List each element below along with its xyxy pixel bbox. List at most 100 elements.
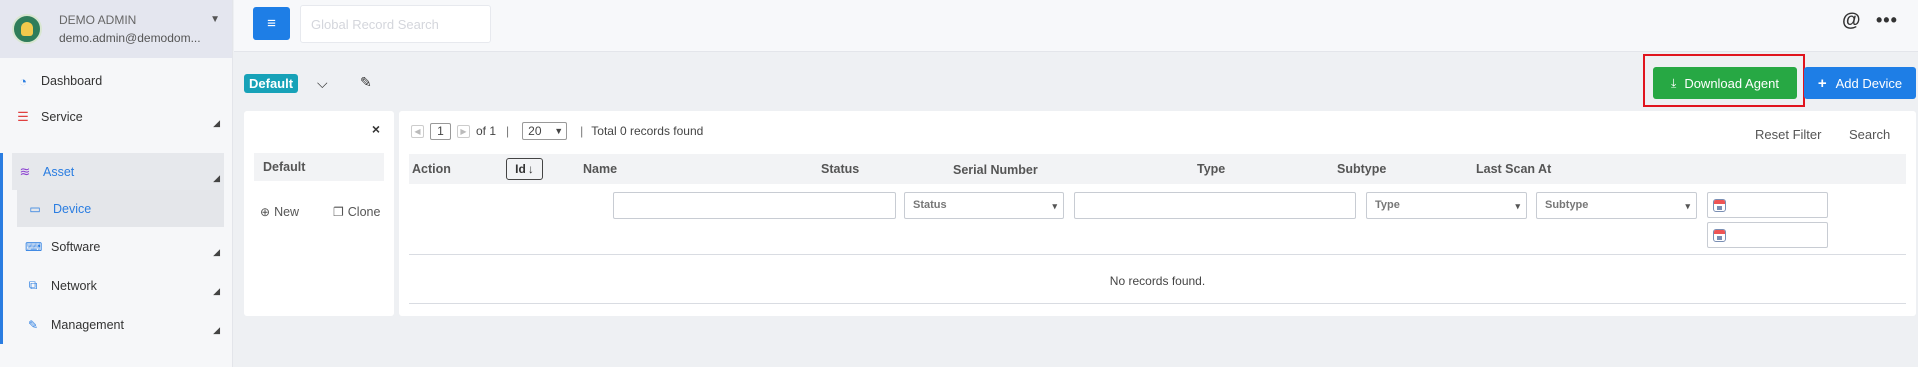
wifi-icon: ≋ [19, 163, 31, 179]
page-size-select[interactable]: 20 ▼ [522, 122, 568, 140]
chevron-down-icon[interactable]: ⌵ [317, 75, 328, 92]
network-icon: ⧉ [28, 278, 38, 292]
sidebar-item-label: Dashboard [41, 74, 103, 88]
new-filter-button[interactable]: ⊕ New [260, 205, 299, 219]
expand-corner-icon: ◢ [213, 325, 220, 335]
clone-filter-label: Clone [347, 205, 381, 219]
search-link[interactable]: Search [1849, 127, 1890, 142]
chevron-down-icon: ▾ [1052, 201, 1057, 211]
subtype-filter-placeholder: Subtype [1545, 199, 1589, 211]
pagination: ◀ 1 ▶ of 1 | 20 ▼ | Total 0 records foun… [411, 122, 703, 140]
table-header: Action Id ↓ Name Status Serial Number Ty… [409, 154, 1906, 184]
device-grid: ◀ 1 ▶ of 1 | 20 ▼ | Total 0 records foun… [399, 111, 1916, 316]
sidebar-item-label: Network [51, 278, 97, 293]
column-last-scan[interactable]: Last Scan At [1476, 162, 1551, 176]
column-action: Action [412, 162, 451, 176]
column-name[interactable]: Name [583, 162, 617, 176]
sidebar-item-management[interactable]: ✎ Management ◢ [3, 305, 232, 344]
calendar-icon[interactable] [1713, 199, 1726, 212]
user-menu[interactable]: DEMO ADMIN demo.admin@demodom... ▼ [0, 0, 232, 58]
view-name-badge: Default [244, 74, 299, 93]
chevron-down-icon: ▾ [1685, 201, 1690, 211]
column-serial-number[interactable]: Serial Number [953, 163, 1038, 177]
page-size-value: 20 [528, 124, 542, 138]
reset-filter-link[interactable]: Reset Filter [1755, 127, 1821, 142]
page-count: of 1 [476, 124, 497, 138]
column-id-sort-button[interactable]: Id ↓ [506, 158, 543, 180]
at-mention-icon[interactable]: @ [1842, 10, 1861, 32]
new-filter-label: New [274, 205, 300, 219]
download-agent-label: Download Agent [1684, 75, 1779, 91]
plus-icon: + [1817, 74, 1827, 92]
prev-page-icon[interactable]: ◀ [411, 124, 424, 138]
keyboard-icon: ⌨ [25, 239, 43, 254]
serial-filter-input[interactable] [1074, 192, 1356, 219]
wrench-icon: ✎ [27, 317, 39, 332]
close-icon[interactable]: × [372, 121, 380, 137]
sidebar-item-label: Device [53, 201, 92, 216]
expand-corner-icon: ◢ [213, 118, 220, 128]
last-scan-to-input[interactable] [1707, 222, 1828, 248]
clone-filter-button[interactable]: ❐ Clone [333, 205, 380, 219]
sidebar-item-label: Service [41, 110, 83, 124]
column-status[interactable]: Status [821, 162, 859, 176]
add-device-label: Add Device [1835, 75, 1903, 91]
total-records: Total 0 records found [591, 124, 704, 138]
more-options-icon[interactable]: ••• [1876, 10, 1898, 31]
caret-down-icon[interactable]: ▼ [210, 14, 220, 25]
sidebar-item-network[interactable]: ⧉ Network ◢ [3, 266, 232, 305]
user-name: DEMO ADMIN [59, 13, 137, 27]
empty-message: No records found. [1109, 274, 1206, 288]
sidebar-item-device[interactable]: ▭ Device [17, 190, 224, 227]
divider [409, 254, 1906, 255]
top-header: ≡ @ ••• [234, 0, 1918, 52]
edit-icon[interactable]: ✎ [360, 74, 372, 91]
sidebar-item-service[interactable]: ☰ Service ◢ [0, 99, 232, 135]
last-scan-from-input[interactable] [1707, 192, 1828, 218]
subtype-filter-select[interactable]: Subtype ▾ [1536, 192, 1697, 219]
sidebar-item-dashboard[interactable]: ◔ Dashboard [0, 63, 232, 99]
chevron-down-icon: ▾ [1515, 201, 1520, 211]
status-filter-select[interactable]: Status ▾ [904, 192, 1064, 219]
monitor-icon: ▭ [29, 201, 41, 216]
download-icon: ⤓ [1671, 75, 1677, 90]
saved-filter-default[interactable]: Default [254, 153, 384, 181]
separator: | [506, 124, 510, 138]
expand-corner-icon: ◢ [213, 173, 220, 183]
sidebar-item-label: Management [51, 317, 124, 332]
page-number-input[interactable]: 1 [430, 122, 451, 140]
calendar-icon[interactable] [1713, 229, 1726, 242]
plus-circle-icon: ⊕ [260, 205, 271, 219]
expand-corner-icon: ◢ [213, 286, 220, 296]
speedometer-icon: ◔ [19, 73, 27, 89]
sidebar-item-label: Software [51, 239, 101, 254]
saved-filters-panel: × Default ⊕ New ❐ Clone [244, 111, 394, 316]
type-filter-select[interactable]: Type ▾ [1366, 192, 1527, 219]
column-type[interactable]: Type [1197, 162, 1225, 176]
sidebar-item-asset[interactable]: ≋ Asset ◢ [12, 153, 224, 190]
column-subtype[interactable]: Subtype [1337, 162, 1386, 176]
type-filter-placeholder: Type [1375, 199, 1400, 211]
sidebar-item-software[interactable]: ⌨ Software ◢ [3, 227, 232, 266]
name-filter-input[interactable] [613, 192, 896, 219]
asset-section: ≋ Asset ◢ ▭ Device ⌨ Software ◢ ⧉ Networ… [0, 153, 232, 344]
add-device-button[interactable]: + Add Device [1804, 67, 1916, 99]
next-page-icon[interactable]: ▶ [457, 124, 470, 138]
list-icon: ☰ [17, 109, 29, 124]
divider [409, 303, 1906, 304]
status-filter-placeholder: Status [913, 199, 947, 211]
sidebar-item-label: Asset [43, 164, 75, 179]
sidebar: DEMO ADMIN demo.admin@demodom... ▼ ◔ Das… [0, 0, 233, 367]
avatar [12, 14, 42, 44]
user-email: demo.admin@demodom... [59, 31, 201, 45]
chevron-down-icon: ▼ [554, 126, 564, 136]
arrow-down-icon: ↓ [527, 162, 534, 176]
menu-toggle-button[interactable]: ≡ [253, 7, 290, 40]
global-search-input[interactable] [300, 5, 491, 43]
hamburger-icon: ≡ [267, 15, 276, 32]
expand-corner-icon: ◢ [213, 247, 220, 257]
separator: | [580, 124, 584, 138]
column-id-label: Id [515, 162, 526, 176]
copy-icon: ❐ [333, 205, 344, 219]
download-agent-button[interactable]: ⤓ Download Agent [1653, 67, 1797, 99]
